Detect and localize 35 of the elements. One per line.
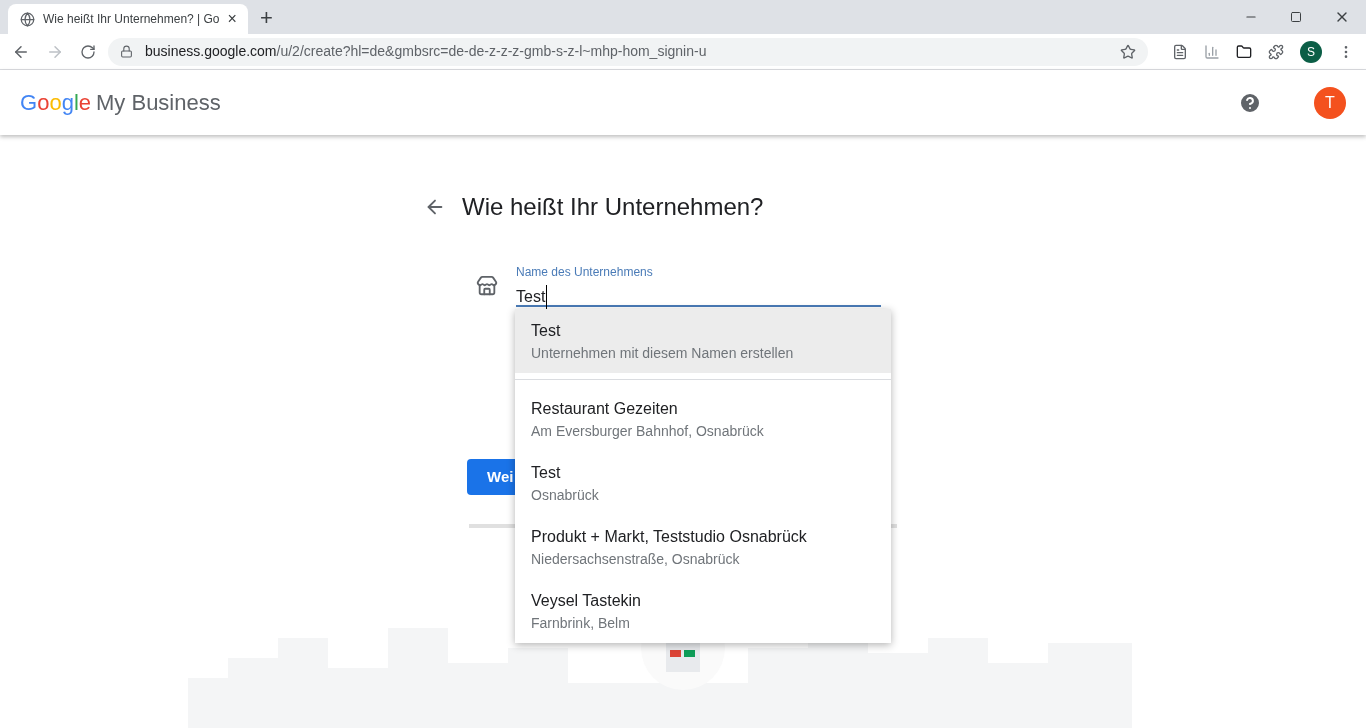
suggestion-item[interactable]: Test Unternehmen mit diesem Namen erstellen <box>515 309 891 373</box>
extensions-icon[interactable] <box>1268 43 1284 60</box>
globe-icon <box>20 11 35 27</box>
page-title: Wie heißt Ihr Unternehmen? <box>462 192 764 222</box>
suggestion-subtitle: Osnabrück <box>531 486 600 505</box>
suggestion-subtitle: Unternehmen mit diesem Namen erstellen <box>531 344 795 363</box>
suggestion-subtitle: Niedersachsenstraße, Osnabrück <box>531 550 741 569</box>
lock-icon <box>120 45 133 58</box>
document-icon[interactable] <box>1172 43 1188 60</box>
suggestion-title: Test <box>531 321 562 341</box>
suggestion-item[interactable]: Restaurant Gezeiten Am Eversburger Bahnhof, Osnabrück <box>515 387 891 451</box>
url-text: business.google.com/u/2/create?hl=de&gmbsrc=de-de-z-z-z-gmb-s-z-l~mhp-hom_signin-u <box>145 42 708 61</box>
maximize-icon[interactable] <box>1290 11 1302 23</box>
bars-icon[interactable] <box>1204 43 1220 60</box>
suggestion-item[interactable]: Produkt + Markt, Teststudio Osnabrück Niedersachsenstraße, Osnabrück <box>515 515 891 579</box>
new-tab-button[interactable]: + <box>260 4 273 32</box>
field-label: Name des Unternehmens <box>516 264 654 281</box>
address-bar[interactable]: business.google.com/u/2/create?hl=de&gmbsrc=de-de-z-z-z-gmb-s-z-l~mhp-hom_signin-u <box>108 37 1148 66</box>
logo[interactable]: Google My Business <box>20 86 221 119</box>
suggestion-title: Test <box>531 463 562 483</box>
storefront-icon <box>476 275 498 297</box>
tab-title: Wie heißt Ihr Unternehmen? | Go <box>43 11 220 28</box>
suggestion-subtitle: Farnbrink, Belm <box>531 614 631 633</box>
suggestion-item[interactable]: Veysel Tastekin Farnbrink, Belm <box>515 579 891 643</box>
suggestion-title: Restaurant Gezeiten <box>531 399 679 419</box>
suggestion-title: Produkt + Markt, Teststudio Osnabrück <box>531 527 808 547</box>
folder-icon[interactable] <box>1236 43 1252 60</box>
bookmark-star-icon[interactable] <box>1120 43 1136 60</box>
suggestion-subtitle: Am Eversburger Bahnhof, Osnabrück <box>531 422 765 441</box>
reload-icon[interactable] <box>80 43 96 60</box>
close-tab[interactable]: × <box>227 7 237 31</box>
suggestion-title: Veysel Tastekin <box>531 591 642 611</box>
browser-tab[interactable]: Wie heißt Ihr Unternehmen? | Go × <box>8 4 248 34</box>
profile-avatar[interactable]: S <box>1300 40 1322 63</box>
suggestion-item[interactable]: Test Osnabrück <box>515 451 891 515</box>
